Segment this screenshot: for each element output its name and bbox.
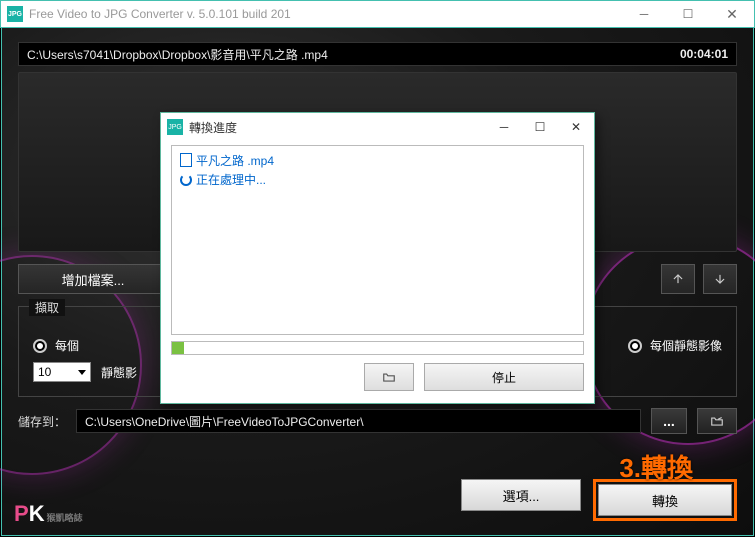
spinner-icon xyxy=(180,174,192,186)
dialog-file-row: 平凡之路 .mp4 xyxy=(180,152,575,169)
annotation-step-3: 3.轉換 xyxy=(619,448,693,485)
save-row: 儲存到： C:\Users\OneDrive\圖片\FreeVideoToJPG… xyxy=(18,408,737,434)
dialog-title: 轉換進度 xyxy=(189,119,237,136)
radio-every-n[interactable] xyxy=(33,339,47,353)
convert-highlight: 轉換 xyxy=(593,479,737,521)
frame-unit-label: 靜態影 xyxy=(101,364,137,381)
frame-count-select[interactable]: 10 xyxy=(33,362,91,382)
folder-open-icon xyxy=(382,370,396,384)
main-titlebar: JPG Free Video to JPG Converter v. 5.0.1… xyxy=(0,0,755,28)
add-file-button[interactable]: 增加檔案... xyxy=(18,264,168,294)
file-icon xyxy=(180,153,192,167)
file-path-bar: C:\Users\s7041\Dropbox\Dropbox\影音用\平凡之路 … xyxy=(18,42,737,66)
dialog-status-row: 正在處理中... xyxy=(180,171,575,188)
dialog-maximize-button[interactable]: ☐ xyxy=(522,114,558,140)
dialog-minimize-button[interactable]: ─ xyxy=(486,114,522,140)
app-icon: JPG xyxy=(7,6,23,22)
arrow-down-icon xyxy=(713,272,727,286)
maximize-button[interactable]: ☐ xyxy=(666,1,710,28)
convert-button[interactable]: 轉換 xyxy=(598,484,732,516)
save-path-field[interactable]: C:\Users\OneDrive\圖片\FreeVideoToJPGConve… xyxy=(76,409,641,433)
file-duration: 00:04:01 xyxy=(680,47,728,61)
dialog-file-list: 平凡之路 .mp4 正在處理中... xyxy=(171,145,584,335)
move-down-button[interactable] xyxy=(703,264,737,294)
progress-dialog: JPG 轉換進度 ─ ☐ ✕ 平凡之路 .mp4 正在處理中... 停止 xyxy=(160,112,595,404)
radio-every-frame[interactable] xyxy=(628,339,642,353)
minimize-button[interactable]: ─ xyxy=(622,1,666,28)
bottom-button-row: 選項... 轉換 xyxy=(461,479,737,521)
open-save-folder-button[interactable] xyxy=(697,408,737,434)
dialog-button-row: 停止 xyxy=(161,363,594,403)
watermark-logo: PK猴凱略誌 xyxy=(14,501,83,527)
dialog-stop-button[interactable]: 停止 xyxy=(424,363,584,391)
options-button[interactable]: 選項... xyxy=(461,479,581,511)
save-label: 儲存到： xyxy=(18,413,66,430)
open-folder-icon xyxy=(710,414,724,428)
radio-every-n-label: 每個 xyxy=(55,337,79,354)
close-button[interactable]: ✕ xyxy=(710,1,754,28)
arrow-up-icon xyxy=(671,272,685,286)
dialog-open-folder-button[interactable] xyxy=(364,363,414,391)
file-path-text: C:\Users\s7041\Dropbox\Dropbox\影音用\平凡之路 … xyxy=(27,46,328,63)
dialog-titlebar: JPG 轉換進度 ─ ☐ ✕ xyxy=(161,113,594,141)
move-up-button[interactable] xyxy=(661,264,695,294)
radio-every-frame-label: 每個靜態影像 xyxy=(650,337,722,354)
progress-bar xyxy=(171,341,584,355)
window-title: Free Video to JPG Converter v. 5.0.101 b… xyxy=(29,7,291,21)
progress-fill xyxy=(172,342,184,354)
dialog-close-button[interactable]: ✕ xyxy=(558,114,594,140)
browse-save-button[interactable]: ... xyxy=(651,408,687,434)
dialog-app-icon: JPG xyxy=(167,119,183,135)
extract-legend: 擷取 xyxy=(29,299,65,316)
